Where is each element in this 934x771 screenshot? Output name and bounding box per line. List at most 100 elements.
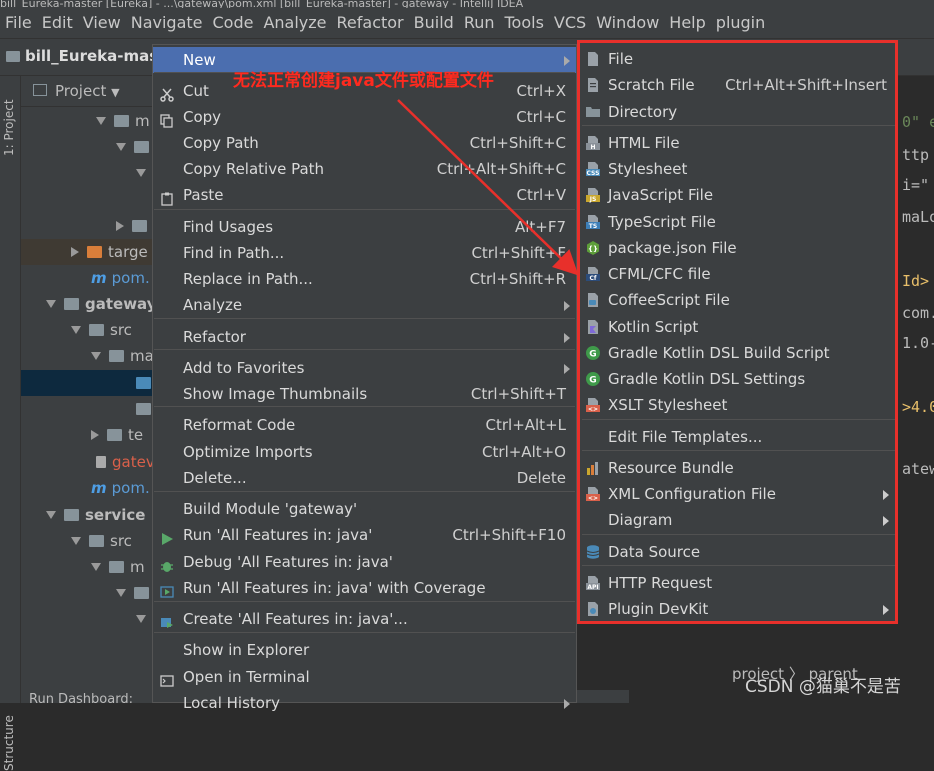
new-item-gradle-kotlin-dsl-settings[interactable]: G Gradle Kotlin DSL Settings (580, 366, 895, 392)
menu-item-open-in-terminal[interactable]: Open in Terminal (153, 664, 576, 690)
collapse-arrow-icon[interactable] (116, 221, 124, 231)
menu-help[interactable]: Help (664, 8, 710, 38)
menu-item-run-all-features-in-java[interactable]: Run 'All Features in: java' Ctrl+Shift+F1… (153, 522, 576, 548)
menu-refactor[interactable]: Refactor (332, 8, 409, 38)
tree-row[interactable] (136, 160, 152, 186)
new-item-cfml-cfc-file[interactable]: Cf CFML/CFC file (580, 261, 895, 287)
new-item-html-file[interactable]: H HTML File (580, 130, 895, 156)
menu-navigate[interactable]: Navigate (126, 8, 208, 38)
menu-code[interactable]: Code (208, 8, 259, 38)
menu-item-label: Run 'All Features in: java' with Coverag… (183, 579, 486, 597)
menu-window[interactable]: Window (591, 8, 664, 38)
expand-arrow-icon[interactable] (91, 352, 101, 360)
tree-row[interactable]: ma (91, 343, 152, 369)
tree-row[interactable]: service (46, 502, 152, 528)
collapse-arrow-icon[interactable] (91, 430, 99, 440)
tree-row[interactable]: m pom. (91, 265, 152, 291)
new-item-typescript-file[interactable]: TS TypeScript File (580, 209, 895, 235)
new-item-stylesheet[interactable]: CSS Stylesheet (580, 156, 895, 182)
tree-row[interactable]: targe (71, 239, 152, 265)
tree-row[interactable]: m (91, 554, 152, 580)
menu-item-create-all-features-in-java[interactable]: Create 'All Features in: java'... (153, 606, 576, 632)
menu-item-copy-path[interactable]: Copy Path Ctrl+Shift+C (153, 130, 576, 156)
new-item-resource-bundle[interactable]: Resource Bundle (580, 455, 895, 481)
new-item-edit-file-templates[interactable]: Edit File Templates... (580, 424, 895, 450)
menu-item-debug-all-features-in-java[interactable]: Debug 'All Features in: java' (153, 549, 576, 575)
menu-item-add-to-favorites[interactable]: Add to Favorites (153, 355, 576, 381)
new-item-package-json-file[interactable]: {} package.json File (580, 235, 895, 261)
menu-separator (582, 125, 895, 126)
menu-item-delete[interactable]: Delete... Delete (153, 465, 576, 491)
expand-arrow-icon[interactable] (116, 143, 126, 151)
chevron-down-icon[interactable]: ▼ (111, 86, 119, 99)
tree-row[interactable] (116, 213, 152, 239)
new-item-directory[interactable]: Directory (580, 99, 895, 125)
menu-item-local-history[interactable]: Local History (153, 690, 576, 716)
new-item-xml-configuration-file[interactable]: <> XML Configuration File (580, 481, 895, 507)
menu-vcs[interactable]: VCS (549, 8, 591, 38)
tree-row[interactable]: src (71, 528, 152, 554)
new-item-javascript-file[interactable]: JS JavaScript File (580, 182, 895, 208)
menu-item-refactor[interactable]: Refactor (153, 324, 576, 350)
expand-arrow-icon[interactable] (46, 511, 56, 519)
menu-item-find-in-path[interactable]: Find in Path... Ctrl+Shift+F (153, 240, 576, 266)
expand-arrow-icon[interactable] (71, 537, 81, 545)
expand-arrow-icon[interactable] (116, 589, 126, 597)
expand-arrow-icon[interactable] (96, 117, 106, 125)
menu-item-replace-in-path[interactable]: Replace in Path... Ctrl+Shift+R (153, 266, 576, 292)
menu-item-paste[interactable]: Paste Ctrl+V (153, 182, 576, 208)
tree-row[interactable]: gateway (46, 291, 152, 317)
menu-edit[interactable]: Edit (37, 8, 78, 38)
collapse-arrow-icon[interactable] (71, 247, 79, 257)
new-item-scratch-file[interactable]: Scratch File Ctrl+Alt+Shift+Insert (580, 72, 895, 98)
new-item-data-source[interactable]: Data Source (580, 539, 895, 565)
tree-row[interactable] (116, 580, 152, 606)
project-tool-tab[interactable]: 1: Project (2, 86, 18, 156)
tree-row[interactable] (136, 370, 152, 396)
menu-item-reformat-code[interactable]: Reformat Code Ctrl+Alt+L (153, 412, 576, 438)
menu-plugin[interactable]: plugin (711, 8, 770, 38)
tree-row[interactable]: m (96, 108, 152, 134)
structure-tool-tab[interactable]: Structure (2, 691, 18, 771)
menu-item-analyze[interactable]: Analyze (153, 292, 576, 318)
breadcrumb[interactable]: bill_Eureka-mast (6, 47, 165, 65)
tree-row[interactable] (116, 134, 152, 160)
menu-item-run-all-features-in-java-with-coverage[interactable]: Run 'All Features in: java' with Coverag… (153, 575, 576, 601)
new-item-coffeescript-file[interactable]: CoffeeScript File (580, 287, 895, 313)
expand-arrow-icon[interactable] (91, 563, 101, 571)
new-item-http-request[interactable]: API HTTP Request (580, 570, 895, 596)
menu-view[interactable]: View (78, 8, 126, 38)
menu-item-find-usages[interactable]: Find Usages Alt+F7 (153, 214, 576, 240)
new-item-gradle-kotlin-dsl-build-script[interactable]: G Gradle Kotlin DSL Build Script (580, 340, 895, 366)
new-item-kotlin-script[interactable]: Kotlin Script (580, 314, 895, 340)
menu-item-show-in-explorer[interactable]: Show in Explorer (153, 637, 576, 663)
new-submenu: File Scratch File Ctrl+Alt+Shift+Insert Dir… (577, 40, 898, 624)
folder-icon (134, 141, 149, 153)
tree-row[interactable]: gatev (96, 449, 152, 475)
tree-row[interactable]: m pom. (91, 475, 152, 501)
menu-analyze[interactable]: Analyze (258, 8, 331, 38)
expand-arrow-icon[interactable] (71, 326, 81, 334)
new-item-file[interactable]: File (580, 46, 895, 72)
new-item-xslt-stylesheet[interactable]: <> XSLT Stylesheet (580, 392, 895, 418)
expand-arrow-icon[interactable] (136, 615, 146, 623)
menu-item-copy[interactable]: Copy Ctrl+C (153, 104, 576, 130)
new-item-diagram[interactable]: Diagram (580, 507, 895, 533)
menu-run[interactable]: Run (459, 8, 500, 38)
expand-arrow-icon[interactable] (136, 169, 146, 177)
expand-arrow-icon[interactable] (46, 300, 56, 308)
tree-row[interactable] (136, 606, 152, 632)
new-item-plugin-devkit[interactable]: Plugin DevKit (580, 596, 895, 622)
menu-item-copy-relative-path[interactable]: Copy Relative Path Ctrl+Alt+Shift+C (153, 156, 576, 182)
menu-item-show-image-thumbnails[interactable]: Show Image Thumbnails Ctrl+Shift+T (153, 381, 576, 407)
menu-file[interactable]: File (0, 8, 37, 38)
tree-row[interactable]: src (71, 317, 152, 343)
tree-row[interactable] (136, 396, 152, 422)
menu-item-build-module-gateway[interactable]: Build Module 'gateway' (153, 496, 576, 522)
menu-build[interactable]: Build (409, 8, 459, 38)
menu-item-optimize-imports[interactable]: Optimize Imports Ctrl+Alt+O (153, 439, 576, 465)
menu-separator (154, 349, 575, 350)
project-panel-header[interactable]: Project ▼ (21, 76, 152, 107)
menu-tools[interactable]: Tools (500, 8, 549, 38)
tree-row[interactable]: te (91, 422, 152, 448)
